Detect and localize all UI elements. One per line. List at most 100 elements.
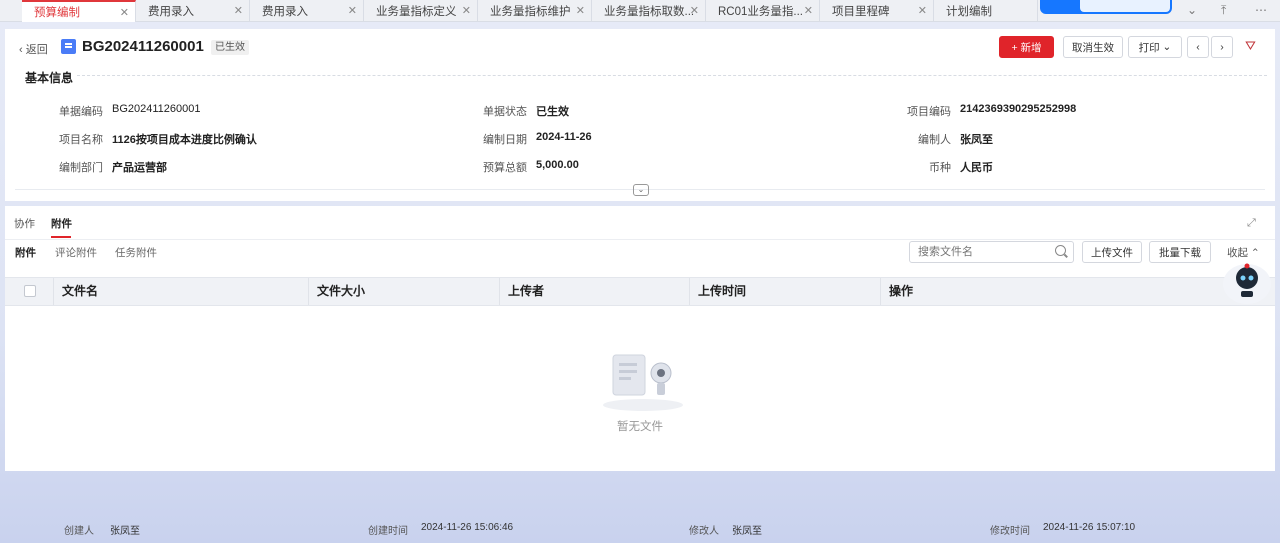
- close-icon[interactable]: ✕: [348, 4, 357, 17]
- empty-state-text: 暂无文件: [617, 421, 663, 433]
- field-label: 编制人: [918, 134, 951, 146]
- section-divider: [77, 75, 1267, 76]
- chevron-down-icon[interactable]: ⌄: [1187, 3, 1197, 17]
- close-icon[interactable]: ✕: [804, 4, 813, 17]
- field-value: 2142369390295252998: [960, 103, 1077, 115]
- table-header: 文件名 文件大小 上传者 上传时间 操作: [5, 277, 1275, 306]
- fullscreen-icon[interactable]: ⤢: [1247, 217, 1256, 230]
- modified-time-value: 2024-11-26 15:07:10: [1043, 522, 1136, 533]
- section-title: 基本信息: [25, 71, 74, 85]
- field-value: 1126按项目成本进度比例确认: [112, 134, 257, 146]
- tab-label: 计划编制: [946, 6, 992, 18]
- field-label: 预算总额: [483, 162, 527, 174]
- back-label: 返回: [25, 44, 48, 56]
- more-icon[interactable]: ⋯: [1255, 3, 1267, 17]
- close-icon[interactable]: ✕: [234, 4, 243, 17]
- batch-download-button[interactable]: 批量下载: [1149, 241, 1211, 263]
- select-all-checkbox[interactable]: [24, 285, 36, 297]
- created-time-label: 创建时间: [368, 526, 408, 537]
- expand-icon[interactable]: ⌄: [633, 184, 649, 196]
- creator-label: 创建人: [64, 526, 94, 537]
- collapse-label: 收起: [1227, 247, 1248, 259]
- column-header[interactable]: 上传者: [500, 278, 690, 305]
- column-header[interactable]: 文件名: [54, 278, 309, 305]
- next-button[interactable]: ›: [1211, 36, 1233, 58]
- field-label: 项目名称: [59, 134, 103, 146]
- print-button[interactable]: 打印 ⌄: [1128, 36, 1182, 58]
- close-icon[interactable]: ✕: [690, 4, 699, 17]
- column-header: 操作: [889, 284, 914, 298]
- field-label: 单据编码: [59, 106, 103, 118]
- tab-label: RC01业务量指...: [718, 6, 803, 18]
- close-icon[interactable]: ✕: [576, 4, 585, 17]
- field-label: 编制部门: [59, 162, 103, 174]
- tab-label: 项目里程碑: [832, 6, 890, 18]
- assistant-robot-icon[interactable]: [1221, 260, 1273, 306]
- tab-rc01-metric[interactable]: RC01业务量指... ✕: [706, 0, 820, 22]
- tab-bar: 预算编制 ✕ 费用录入 ✕ 费用录入 ✕ 业务量指标定义 ✕ 业务量指标维护 ✕ 业务量指…: [0, 0, 1280, 22]
- share-icon[interactable]: ⛛: [1245, 38, 1256, 54]
- empty-state-illustration: [603, 354, 683, 411]
- tab-label: 预算编制: [34, 7, 80, 19]
- modifier-label: 修改人: [689, 526, 719, 537]
- modifier-value: 张凤至: [732, 526, 762, 537]
- tab-label: 业务量指标取数...: [604, 6, 695, 18]
- tab-metric-define[interactable]: 业务量指标定义 ✕: [364, 0, 478, 22]
- document-icon: [61, 39, 76, 54]
- tab-expense-entry-2[interactable]: 费用录入 ✕: [250, 0, 364, 22]
- creator-value: 张凤至: [110, 526, 140, 537]
- close-icon[interactable]: ✕: [918, 4, 927, 17]
- field-label: 编制日期: [483, 134, 527, 146]
- field-value: 张凤至: [960, 134, 993, 146]
- search-icon[interactable]: [1055, 245, 1066, 256]
- tab-budget-edit[interactable]: 预算编制 ✕: [22, 0, 136, 22]
- new-button[interactable]: + 新增: [999, 36, 1054, 58]
- tab-label: 业务量指标维护: [490, 6, 571, 18]
- floating-banner: [1040, 0, 1172, 14]
- column-header[interactable]: 上传时间: [690, 278, 881, 305]
- search-input[interactable]: [909, 241, 1074, 263]
- modified-time-label: 修改时间: [990, 526, 1030, 537]
- field-label: 项目编码: [907, 106, 951, 118]
- created-time-value: 2024-11-26 15:06:46: [421, 522, 514, 533]
- subtab-task-attachments[interactable]: 任务附件: [115, 245, 157, 260]
- tab-plan-edit[interactable]: 计划编制: [934, 0, 1038, 22]
- tab-expense-entry-1[interactable]: 费用录入 ✕: [136, 0, 250, 22]
- tab-label: 费用录入: [262, 6, 308, 18]
- field-value: 已生效: [536, 106, 569, 118]
- tab-label: 业务量指标定义: [376, 6, 457, 18]
- close-icon[interactable]: ✕: [462, 4, 471, 17]
- field-value: 人民币: [960, 162, 993, 174]
- field-value: BG202411260001: [112, 103, 201, 115]
- attachments-card: 协作 附件 ⤢ 附件 评论附件 任务附件 上传文件 批量下载 收起 ⌃ 文件名 …: [5, 206, 1275, 471]
- print-label: 打印: [1138, 41, 1160, 54]
- bill-header-card: ‹ 返回 BG202411260001 已生效 + 新增 取消生效 打印 ⌄ ‹…: [5, 29, 1275, 201]
- collapse-toggle[interactable]: 收起 ⌃: [1227, 245, 1260, 260]
- active-tab-indicator: [51, 236, 71, 238]
- tab-label: 费用录入: [148, 6, 194, 18]
- upload-icon[interactable]: ⤒: [1221, 3, 1226, 18]
- subtab-comment-attachments[interactable]: 评论附件: [55, 245, 97, 260]
- tab-collaborate[interactable]: 协作: [14, 216, 35, 231]
- cancel-effect-button[interactable]: 取消生效: [1063, 36, 1123, 58]
- column-header[interactable]: 文件大小: [309, 278, 500, 305]
- audit-footer: 创建人 张凤至 创建时间 2024-11-26 15:06:46 修改人 张凤至…: [0, 518, 1280, 538]
- field-value: 产品运营部: [112, 162, 167, 174]
- page-title: BG202411260001: [82, 38, 204, 55]
- select-all-cell: [5, 278, 54, 305]
- tab-milestone[interactable]: 项目里程碑 ✕: [820, 0, 934, 22]
- field-value: 2024-11-26: [536, 131, 592, 143]
- prev-button[interactable]: ‹: [1187, 36, 1209, 58]
- upload-file-button[interactable]: 上传文件: [1082, 241, 1142, 263]
- tab-attachments[interactable]: 附件: [51, 216, 72, 231]
- tab-metric-fetch[interactable]: 业务量指标取数... ✕: [592, 0, 706, 22]
- divider: [5, 239, 1275, 240]
- status-badge: 已生效: [211, 40, 249, 55]
- field-label: 单据状态: [483, 106, 527, 118]
- tab-metric-maintain[interactable]: 业务量指标维护 ✕: [478, 0, 592, 22]
- field-value: 5,000.00: [536, 159, 579, 171]
- field-label: 币种: [929, 162, 951, 174]
- close-icon[interactable]: ✕: [120, 6, 129, 19]
- back-link[interactable]: ‹ 返回: [19, 41, 48, 57]
- subtab-attachments[interactable]: 附件: [15, 245, 36, 260]
